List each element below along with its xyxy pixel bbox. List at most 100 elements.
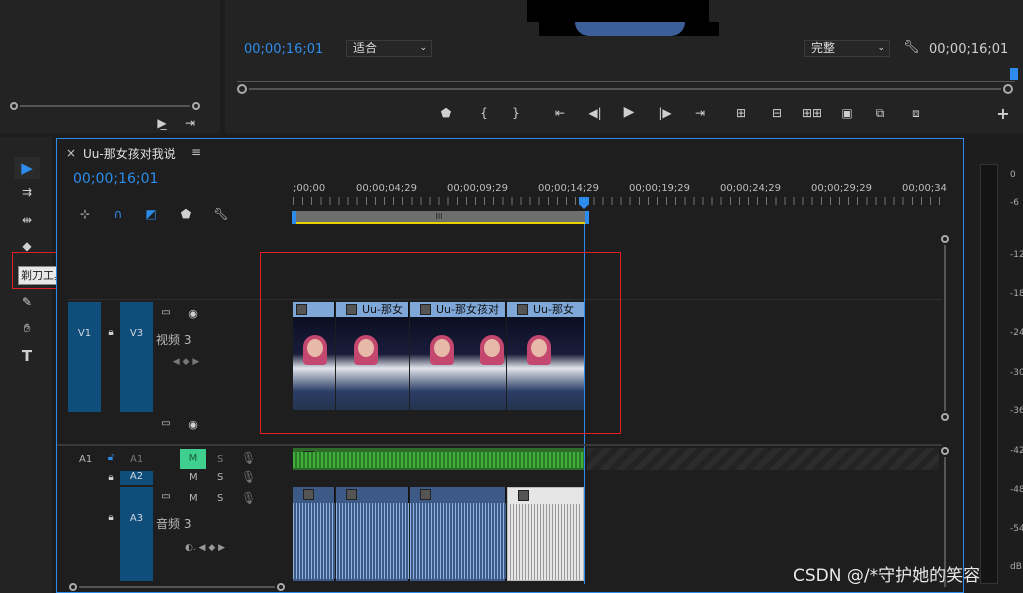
timeline-panel: × Uu-那女孩对我说 ≡ 00;00;16;01 ⊹ ∩ ◩ ⬟ 🔧︎ ;00… (56, 138, 964, 593)
sync-lock-icon[interactable]: ▭ (159, 307, 173, 318)
audio-clip[interactable] (410, 487, 506, 581)
compare-icon[interactable]: ⊞⊞ (801, 106, 823, 120)
keyframe-nav-icon[interactable]: ◐. ◀ ◆ ▶ (157, 543, 253, 553)
track-select-tool-icon[interactable]: ⇉ (14, 185, 40, 199)
linked-selection-icon[interactable]: ∩ (110, 207, 126, 221)
work-area-bar[interactable]: III (293, 211, 585, 224)
track-target-v3[interactable]: V3 (120, 302, 153, 412)
ripple-edit-tool-icon[interactable]: ⇹ (14, 213, 40, 227)
video-scrollbar[interactable] (941, 235, 949, 421)
ruler-label: 00;00;09;29 (447, 183, 509, 194)
close-icon[interactable]: × (66, 146, 76, 160)
work-area-in-handle[interactable] (292, 211, 296, 224)
extract-icon[interactable]: ⊟ (767, 106, 787, 120)
meter-tick: -6 (1010, 198, 1019, 208)
time-ruler[interactable]: ;00;00 00;00;04;29 00;00;09;29 00;00;14;… (293, 183, 947, 209)
in-point-icon[interactable]: { (477, 106, 491, 120)
program-duration: 00;00;16;01 (929, 42, 1009, 57)
out-point-icon[interactable]: } (509, 106, 523, 120)
mic-icon[interactable]: 🎙︎ (241, 451, 256, 465)
meter-tick: -12 (1010, 250, 1023, 260)
program-ruler[interactable] (237, 70, 1015, 82)
tools-panel: ▶ ⇉ ⇹ ◆ ✎ ✋︎ T (0, 137, 52, 593)
fit-dropdown[interactable]: 适合 ⌄ (346, 40, 432, 57)
meter-unit: dB (1010, 562, 1022, 572)
marker-icon[interactable]: ⬟ (179, 207, 193, 221)
keyframe-nav-icon[interactable]: ◀ ◆ ▶ (161, 357, 211, 367)
lift-icon[interactable]: ⊞ (731, 106, 751, 120)
meter-tick: -18 (1010, 289, 1023, 299)
quality-dropdown[interactable]: 完整 ⌄ (804, 40, 890, 57)
step-forward-icon[interactable]: |▶ (657, 106, 673, 120)
go-to-out-icon[interactable]: ⇥ (691, 106, 709, 120)
settings-icon[interactable]: ⧈ (907, 106, 925, 121)
wrench-icon[interactable]: 🔧︎ (213, 207, 229, 221)
track-target-a1[interactable]: A1 (130, 454, 143, 465)
program-playhead[interactable] (1010, 68, 1018, 80)
program-timecode[interactable]: 00;00;16;01 (244, 42, 323, 57)
wrench-icon[interactable]: 🔧︎ (903, 40, 920, 55)
add-marker-icon[interactable]: ◩ (143, 207, 159, 221)
play-icon[interactable]: ▶ (621, 104, 637, 120)
timeline-hscrollbar[interactable] (69, 583, 285, 591)
empty-track-hatch (587, 448, 939, 470)
timeline-timecode[interactable]: 00;00;16;01 (73, 171, 158, 187)
mute-button-a2[interactable]: M (189, 472, 198, 483)
eye-icon[interactable]: ◉ (185, 307, 201, 320)
source-scrollbar[interactable] (8, 102, 204, 110)
eye-icon[interactable]: ◉ (185, 418, 201, 431)
watermark: CSDN @/*守护她的笑容 (793, 566, 981, 586)
work-area-out-handle[interactable] (585, 211, 589, 224)
solo-button-a2[interactable]: S (217, 472, 223, 483)
program-monitor: 00;00;16;01 适合 ⌄ 完整 ⌄ 🔧︎ 00;00;16;01 ⬟ {… (225, 0, 1023, 133)
audio-clip-selected[interactable] (507, 487, 584, 581)
insert-icon[interactable]: ▶̲ (154, 116, 170, 130)
audio-clip[interactable] (336, 487, 409, 581)
meter-tick: -36 (1010, 406, 1023, 416)
hand-tool-icon[interactable]: ✋︎ (14, 321, 40, 336)
meter-tick: -24 (1010, 328, 1023, 338)
snap-icon[interactable]: ⊹ (77, 207, 93, 221)
track-name-v3: 视频 3 (156, 333, 192, 347)
lock-icon[interactable]: 🔓︎ (105, 452, 117, 463)
mic-icon[interactable]: 🎙︎ (241, 491, 256, 505)
mute-button-a3[interactable]: M (189, 493, 198, 504)
video-audio-divider (57, 444, 942, 446)
meter-tick: -54 (1010, 524, 1023, 534)
add-button[interactable]: + (995, 104, 1011, 123)
go-to-in-icon[interactable]: ⇤ (551, 106, 569, 120)
solo-button-a3[interactable]: S (217, 493, 223, 504)
panel-menu-icon[interactable]: ≡ (191, 145, 201, 159)
camera-icon[interactable]: ▣ (839, 106, 855, 120)
export-frame-icon[interactable]: ⇥ (182, 116, 198, 130)
lock-icon[interactable]: 🔒︎ (105, 512, 117, 523)
source-patch-a1[interactable]: A1 (79, 454, 92, 465)
source-monitor: ▶̲ ⇥ (0, 0, 220, 133)
track-target-a2[interactable]: A2 (120, 471, 153, 485)
meter-tick: -48 (1010, 485, 1023, 495)
lock-icon[interactable]: 🔒︎ (105, 472, 117, 483)
pen-tool-icon[interactable]: ✎ (14, 295, 40, 309)
sync-lock-icon[interactable]: ▭ (159, 418, 173, 429)
audio-clip-a1[interactable] (293, 448, 584, 470)
marker-icon[interactable]: ⬟ (439, 106, 453, 120)
type-tool-icon[interactable]: T (14, 347, 40, 365)
source-patch-v1[interactable]: V1 (68, 302, 101, 412)
track-name-a3: 音频 3 (156, 517, 192, 531)
audio-clip[interactable] (293, 487, 335, 581)
razor-tool-icon[interactable]: ◆ (14, 239, 40, 253)
solo-button-a1[interactable]: S (217, 454, 223, 465)
program-scrollbar[interactable] (237, 84, 1013, 94)
chevron-down-icon: ⌄ (419, 43, 427, 53)
selection-tool-icon[interactable]: ▶ (14, 157, 40, 179)
lock-icon[interactable]: 🔒︎ (105, 327, 117, 338)
export-frame-icon[interactable]: ⧉ (871, 106, 889, 121)
track-target-a3[interactable]: A3 (120, 487, 153, 581)
sequence-tab[interactable]: Uu-那女孩对我说 (83, 145, 176, 162)
clips-highlight-box (260, 252, 621, 434)
step-back-icon[interactable]: ◀| (587, 106, 603, 120)
mute-button-a1[interactable]: M (180, 449, 206, 469)
audio-clips-a3[interactable] (293, 487, 584, 581)
mic-icon[interactable]: 🎙︎ (241, 470, 256, 484)
sync-lock-icon[interactable]: ▭ (159, 491, 173, 502)
